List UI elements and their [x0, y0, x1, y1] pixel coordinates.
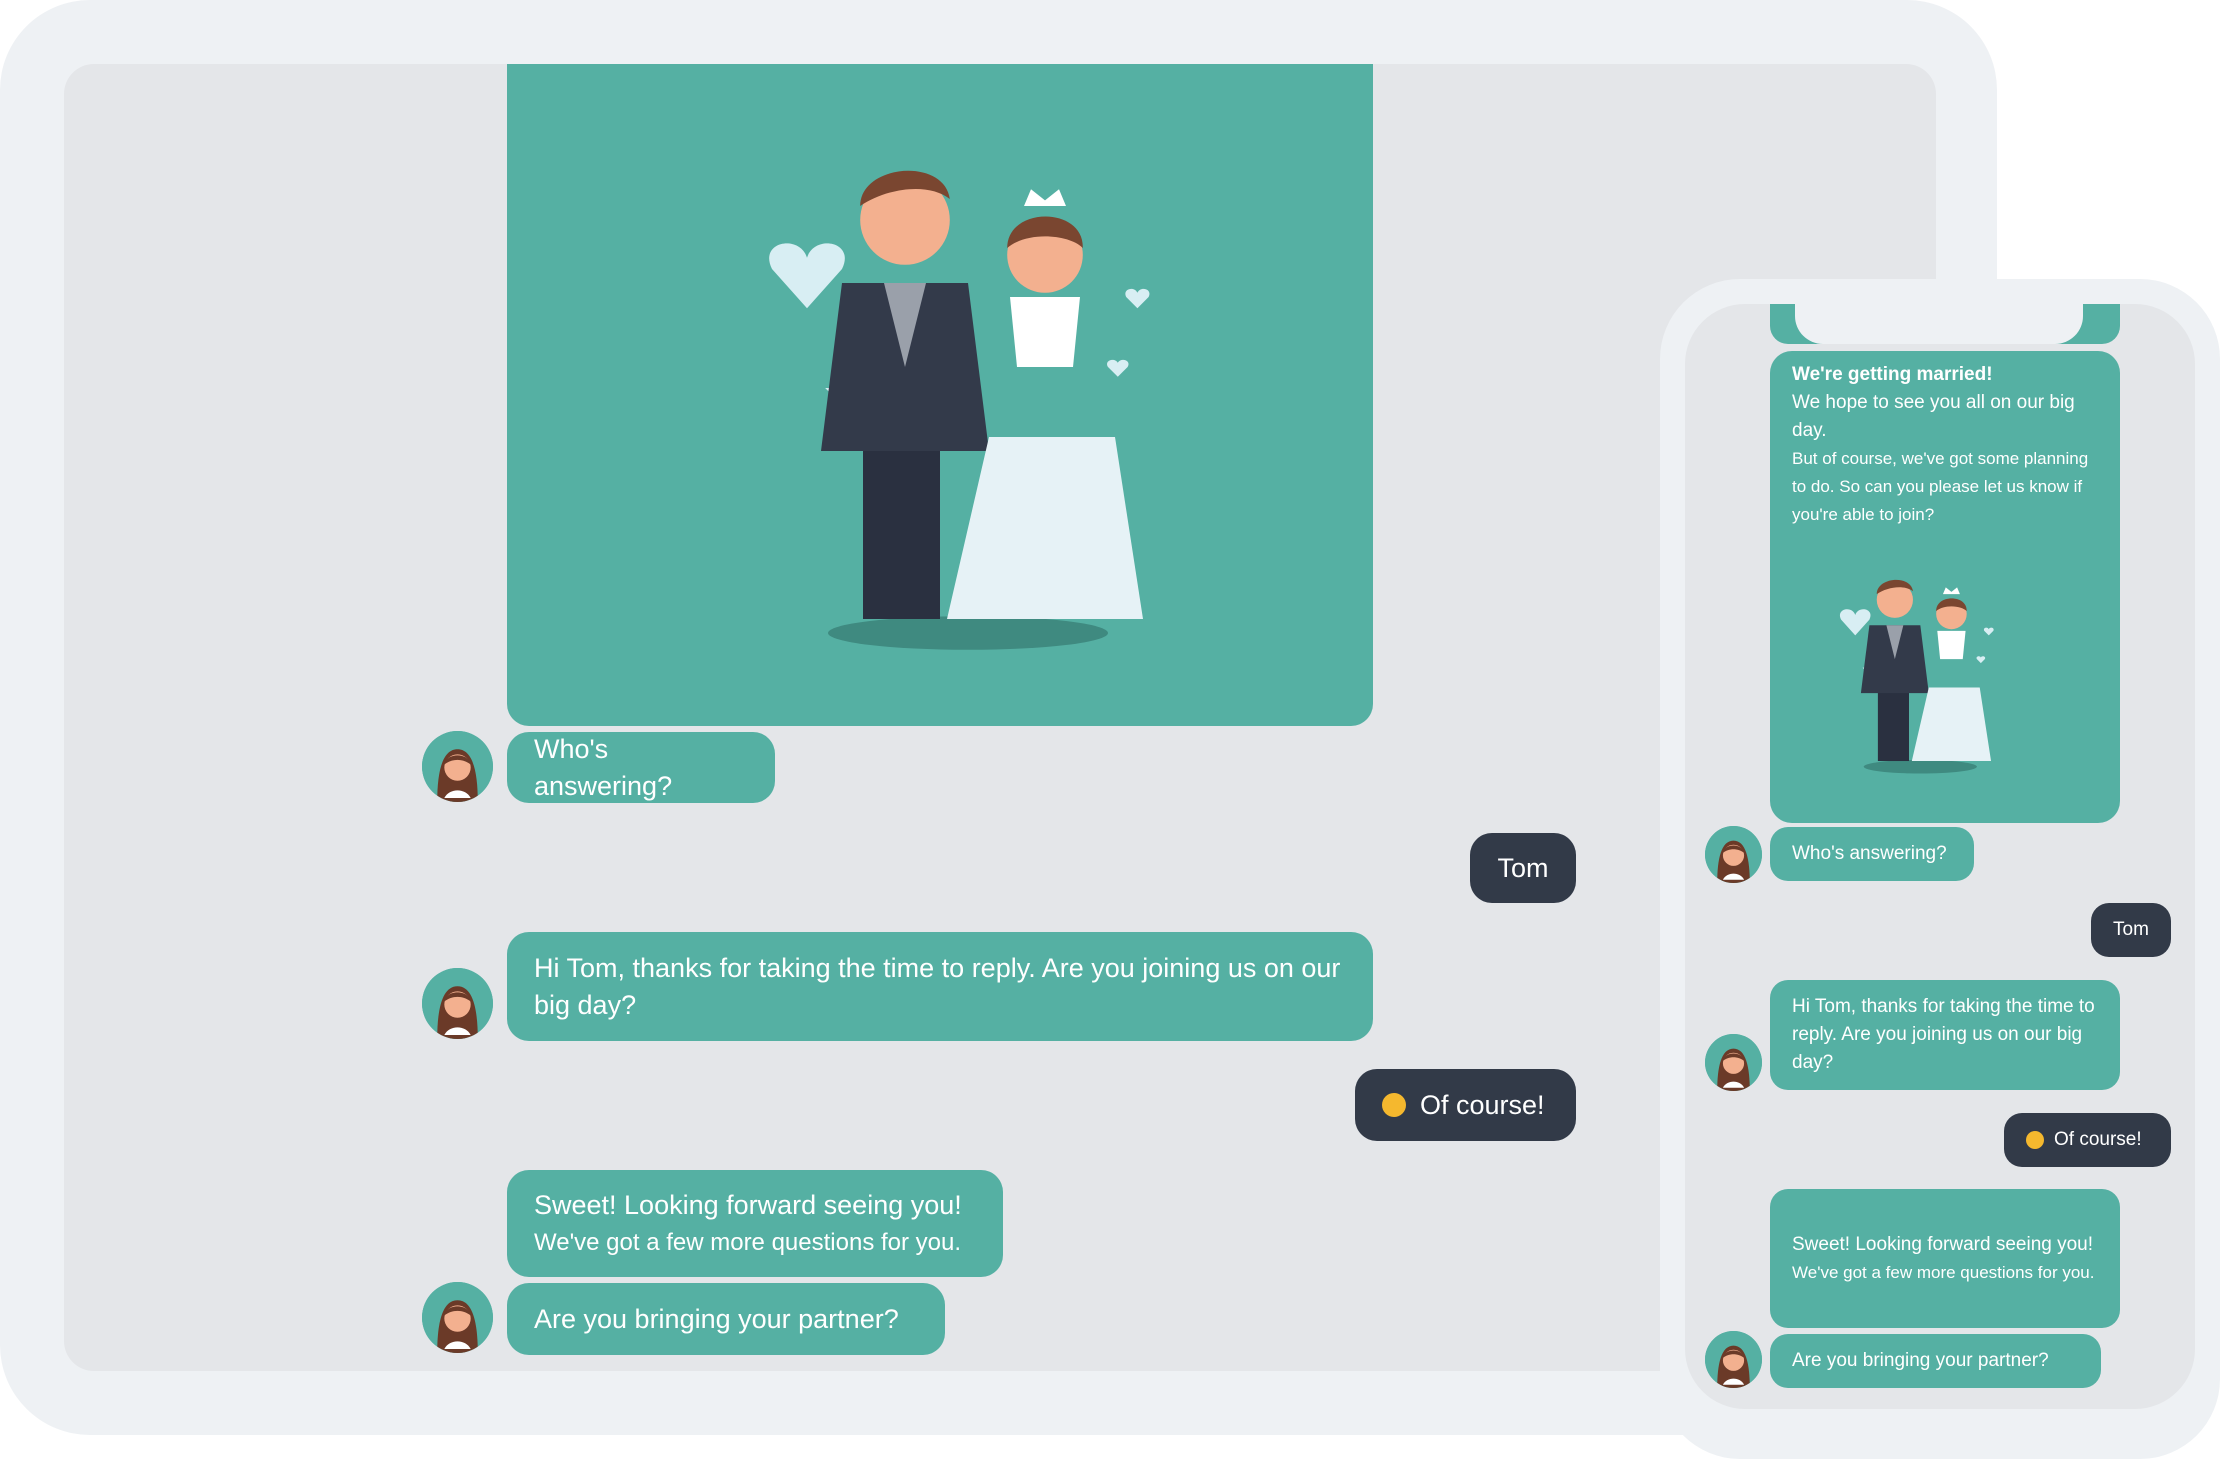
bot-avatar — [422, 968, 493, 1039]
bot-avatar — [1705, 1034, 1762, 1091]
bot-avatar — [422, 1282, 493, 1353]
intro-title: We're getting married! — [1792, 364, 1993, 385]
bot-avatar — [422, 731, 493, 802]
bot-message: Sweet! Looking forward seeing you! We've… — [1770, 1189, 2120, 1328]
intro-line: But of course, we've got some planning t… — [1792, 449, 2089, 524]
user-message-text: Of course! — [2054, 1129, 2142, 1150]
message-line: Sweet! Looking forward seeing you! — [534, 1189, 962, 1220]
phone-notch-area — [1770, 304, 2120, 344]
user-message-text: Of course! — [1420, 1089, 1545, 1120]
intro-line: We hope to see you all on our big day. — [1792, 392, 2075, 441]
user-message: Tom — [1470, 833, 1576, 903]
message-line: We've got a few more questions for you. — [534, 1228, 962, 1256]
heart-eyes-emoji-icon — [1382, 1093, 1406, 1117]
bot-message: Hi Tom, thanks for taking the time to re… — [1770, 980, 2120, 1090]
bot-avatar — [1705, 1331, 1762, 1388]
message-line: Sweet! Looking forward seeing you! — [1792, 1233, 2094, 1255]
wedding-image-message — [507, 64, 1373, 726]
user-message: Of course! — [2004, 1113, 2171, 1167]
bot-intro-message: We're getting married! We hope to see yo… — [1770, 351, 2120, 823]
bot-message: Hi Tom, thanks for taking the time to re… — [507, 932, 1373, 1041]
wedding-couple-illustration — [1824, 563, 1994, 778]
bot-message: Are you bringing your partner? — [1770, 1334, 2101, 1388]
message-line: We've got a few more questions for you. — [1792, 1262, 2095, 1282]
phone-notch — [1795, 304, 2083, 344]
bot-avatar — [1705, 826, 1762, 883]
bot-message: Are you bringing your partner? — [507, 1283, 945, 1355]
user-message: Of course! — [1355, 1069, 1576, 1141]
heart-eyes-emoji-icon — [2026, 1131, 2044, 1149]
user-message: Tom — [2091, 903, 2171, 957]
bot-message: Who's answering? — [1770, 827, 1974, 881]
bot-message: Sweet! Looking forward seeing you! We've… — [507, 1170, 1003, 1277]
bot-message: Who's answering? — [507, 732, 775, 803]
wedding-couple-illustration — [730, 129, 1150, 661]
